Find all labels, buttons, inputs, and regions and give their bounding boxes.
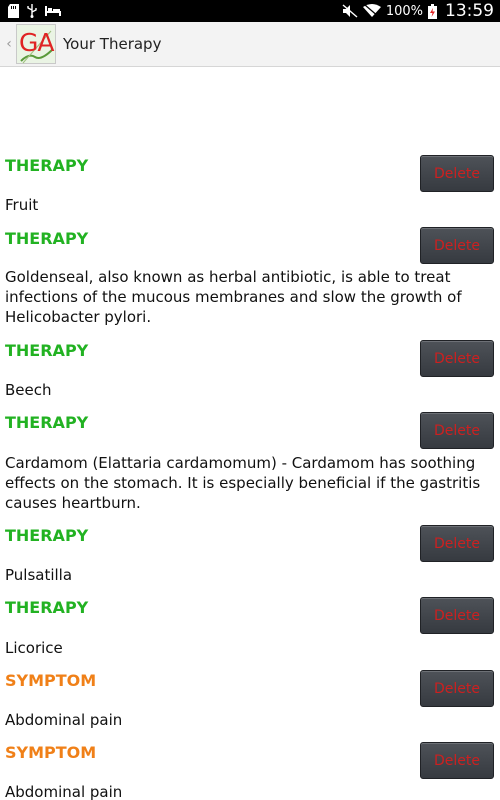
sd-card-icon bbox=[8, 4, 19, 18]
entry-text: Abdominal pain bbox=[5, 711, 123, 729]
delete-button[interactable]: Delete bbox=[420, 155, 494, 192]
battery-percent: 100% bbox=[385, 3, 423, 19]
action-bar: ‹ GA Your Therapy bbox=[0, 22, 500, 67]
status-bar: 100% 13:59 bbox=[0, 0, 500, 22]
back-caret-icon[interactable]: ‹ bbox=[2, 36, 16, 52]
delete-button[interactable]: Delete bbox=[420, 597, 494, 634]
entry-text: Licorice bbox=[5, 639, 63, 657]
clock: 13:59 bbox=[445, 1, 494, 21]
entry-type-label: SYMPTOM bbox=[5, 671, 97, 690]
entry-text: Abdominal pain bbox=[5, 783, 123, 800]
delete-button[interactable]: Delete bbox=[420, 670, 494, 707]
entry-type-label: THERAPY bbox=[5, 598, 89, 617]
delete-button[interactable]: Delete bbox=[420, 227, 494, 264]
delete-button[interactable]: Delete bbox=[420, 340, 494, 377]
status-bar-right: 100% 13:59 bbox=[342, 1, 494, 21]
usb-icon bbox=[27, 4, 37, 18]
entry-text: Pulsatilla bbox=[5, 566, 73, 584]
delete-button[interactable]: Delete bbox=[420, 412, 494, 449]
entry-text: Goldenseal, also known as herbal antibio… bbox=[5, 268, 462, 326]
bed-icon bbox=[45, 6, 61, 16]
delete-button[interactable]: Delete bbox=[420, 742, 494, 779]
app-logo-text: GA bbox=[19, 28, 54, 57]
entry-type-label: THERAPY bbox=[5, 156, 89, 175]
mute-icon bbox=[342, 4, 358, 18]
entry-type-label: THERAPY bbox=[5, 526, 89, 545]
entry-text: Beech bbox=[5, 381, 52, 399]
page-title: Your Therapy bbox=[63, 35, 162, 53]
entry-type-label: THERAPY bbox=[5, 413, 89, 432]
entry-text: Cardamom (Elattaria cardamomum) - Cardam… bbox=[5, 454, 481, 512]
delete-button[interactable]: Delete bbox=[420, 525, 494, 562]
wifi-icon bbox=[362, 4, 381, 18]
entry-type-label: THERAPY bbox=[5, 229, 89, 248]
battery-icon bbox=[428, 3, 437, 19]
entry-type-label: SYMPTOM bbox=[5, 743, 97, 762]
status-bar-left bbox=[8, 4, 61, 18]
entry-type-label: THERAPY bbox=[5, 341, 89, 360]
app-logo[interactable]: GA bbox=[16, 24, 56, 64]
entry-text: Fruit bbox=[5, 196, 39, 214]
